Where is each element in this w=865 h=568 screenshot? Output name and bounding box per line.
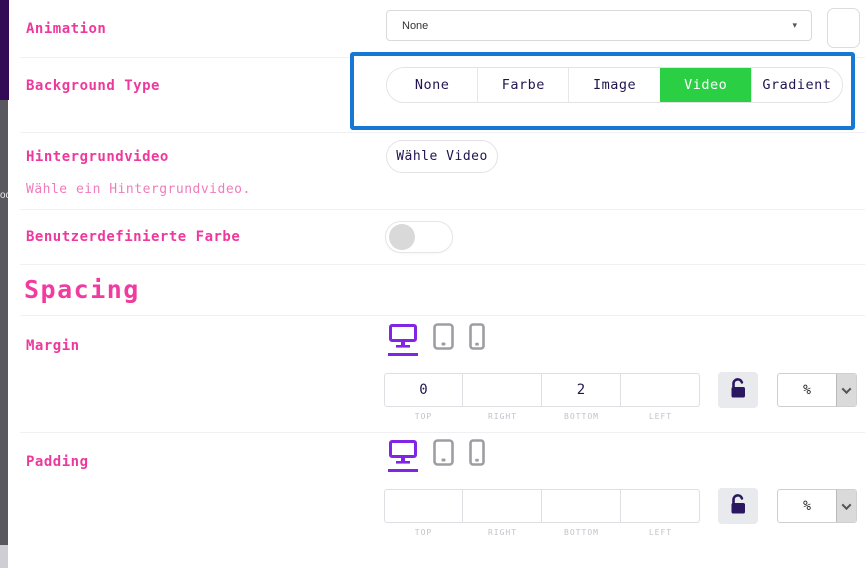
mobile-icon[interactable] [469,439,485,472]
divider [20,432,865,433]
margin-unit-select[interactable]: % [777,373,857,407]
animation-select[interactable]: None ▾ [386,10,812,41]
divider [20,132,865,133]
padding-right-cell: RIGHT [463,489,542,537]
margin-bottom-dim-label: BOTTOM [542,412,621,421]
animation-label: Animation [26,21,106,37]
padding-top-input[interactable] [384,489,463,523]
padding-right-input[interactable] [463,489,542,523]
margin-link-values-button[interactable] [718,372,758,408]
margin-device-switcher [388,323,485,356]
padding-left-dim-label: LEFT [621,528,700,537]
left-edge-strip: oc [0,0,9,568]
background-type-option-gradient[interactable]: Gradient [751,68,842,102]
top-right-square-button[interactable] [827,8,860,48]
padding-top-dim-label: TOP [384,528,463,537]
tablet-icon[interactable] [433,439,454,472]
padding-unit-select[interactable]: % [777,489,857,523]
background-video-label: Hintergrundvideo [26,149,169,165]
custom-color-label: Benutzerdefinierte Farbe [26,229,240,245]
margin-left-cell: LEFT [621,373,700,421]
custom-color-toggle[interactable] [385,221,453,253]
divider [20,209,865,210]
background-type-option-image[interactable]: Image [568,68,659,102]
chevron-down-icon: ▾ [792,21,797,30]
margin-right-dim-label: RIGHT [463,412,542,421]
padding-bottom-input[interactable] [542,489,621,523]
margin-inputs: TOP RIGHT BOTTOM LEFT [384,373,700,421]
margin-bottom-input[interactable] [542,373,621,407]
desktop-icon[interactable] [388,440,418,472]
margin-top-input[interactable] [384,373,463,407]
padding-left-input[interactable] [621,489,700,523]
padding-inputs: TOP RIGHT BOTTOM LEFT [384,489,700,537]
margin-label: Margin [26,338,80,354]
desktop-icon[interactable] [388,324,418,356]
background-type-option-none[interactable]: None [387,68,477,102]
chevron-down-icon [836,490,856,522]
padding-label: Padding [26,454,89,470]
margin-top-cell: TOP [384,373,463,421]
mobile-icon[interactable] [469,323,485,356]
background-type-label: Background Type [26,78,160,94]
spacing-heading: Spacing [24,275,140,304]
margin-left-dim-label: LEFT [621,412,700,421]
tablet-icon[interactable] [433,323,454,356]
padding-bottom-cell: BOTTOM [542,489,621,537]
divider [20,264,865,265]
padding-unit-value: % [778,490,836,522]
left-edge-gray-bar: oc [0,100,8,545]
unlock-icon [726,377,750,404]
padding-top-cell: TOP [384,489,463,537]
left-edge-light-bar [0,545,8,568]
margin-right-input[interactable] [463,373,542,407]
settings-panel: oc Animation None ▾ Background Type None… [0,0,865,568]
padding-right-dim-label: RIGHT [463,528,542,537]
unlock-icon [726,493,750,520]
divider [20,315,865,316]
padding-bottom-dim-label: BOTTOM [542,528,621,537]
background-video-description: Wähle ein Hintergrundvideo. [26,182,251,197]
padding-link-values-button[interactable] [718,488,758,524]
background-type-option-video[interactable]: Video [660,68,751,102]
margin-left-input[interactable] [621,373,700,407]
padding-left-cell: LEFT [621,489,700,537]
background-type-option-farbe[interactable]: Farbe [477,68,568,102]
animation-select-value: None [402,20,792,32]
margin-top-dim-label: TOP [384,412,463,421]
margin-right-cell: RIGHT [463,373,542,421]
chevron-down-icon [836,374,856,406]
choose-video-button[interactable]: Wähle Video [386,140,498,173]
background-type-button-group: None Farbe Image Video Gradient [386,67,843,103]
left-edge-text-fragment: oc [0,190,8,201]
margin-bottom-cell: BOTTOM [542,373,621,421]
padding-device-switcher [388,439,485,472]
margin-unit-value: % [778,374,836,406]
left-edge-purple-bar [0,0,9,100]
toggle-knob [389,224,415,250]
